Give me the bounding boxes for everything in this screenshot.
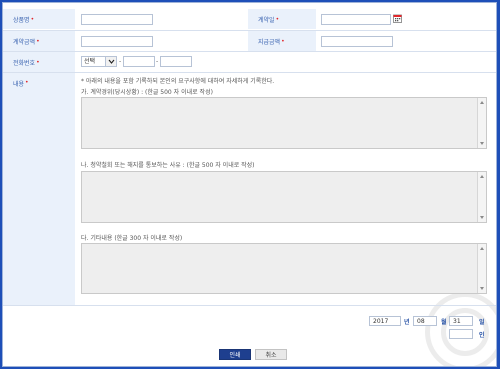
- contract-amount-input[interactable]: [81, 36, 153, 47]
- contract-amount-label: 계약금액 •: [3, 31, 75, 51]
- row-divider: [3, 72, 496, 73]
- textarea-scrollbar[interactable]: [477, 244, 486, 293]
- day-label: 일: [479, 319, 485, 326]
- phone-separator: -: [119, 58, 122, 65]
- chevron-down-icon: [105, 57, 116, 66]
- seal-label: 인: [479, 332, 485, 339]
- required-mark: •: [36, 58, 40, 66]
- year-field[interactable]: 2017: [369, 316, 401, 326]
- required-mark: •: [30, 15, 35, 23]
- content-label-text: 내용: [13, 81, 25, 88]
- contract-circumstances-textarea[interactable]: [81, 97, 487, 149]
- form-window: 상품명 • 계약일 • 계약금액 • 지급금액 • 전화번호 • 선택 - - …: [2, 2, 497, 367]
- paid-amount-input[interactable]: [321, 36, 393, 47]
- day-field[interactable]: 31: [449, 316, 473, 326]
- contract-date-label: 계약일 •: [248, 9, 316, 29]
- phone-label-text: 전화번호: [13, 59, 36, 67]
- required-mark: •: [281, 37, 285, 45]
- paid-amount-label: 지급금액 •: [248, 31, 316, 51]
- textarea-scrollbar[interactable]: [477, 172, 486, 222]
- scroll-down-icon[interactable]: [480, 287, 484, 290]
- phone-middle-input[interactable]: [123, 56, 155, 67]
- print-button[interactable]: 인쇄: [219, 349, 251, 360]
- phone-label: 전화번호 •: [3, 52, 75, 72]
- scroll-down-icon[interactable]: [480, 142, 484, 145]
- withdrawal-reason-textarea[interactable]: [81, 171, 487, 223]
- year-label: 년: [404, 319, 410, 326]
- seal-field[interactable]: [449, 329, 473, 339]
- phone-last-input[interactable]: [160, 56, 192, 67]
- cancel-button[interactable]: 취소: [255, 349, 287, 360]
- scroll-up-icon[interactable]: [480, 247, 484, 250]
- scroll-up-icon[interactable]: [480, 175, 484, 178]
- row-divider: [3, 51, 496, 52]
- contract-date-input[interactable]: [321, 14, 391, 25]
- paid-amount-label-text: 지급금액: [258, 38, 281, 46]
- scroll-up-icon[interactable]: [480, 101, 484, 104]
- contract-amount-label-text: 계약금액: [13, 38, 36, 46]
- calendar-icon[interactable]: [393, 14, 402, 23]
- phone-separator: -: [156, 58, 159, 65]
- section-a-label: 가. 계약경위(당시상황) : (한글 500 자 이내로 작성): [81, 89, 213, 96]
- textarea-scrollbar[interactable]: [477, 98, 486, 148]
- other-content-textarea[interactable]: [81, 243, 487, 294]
- scroll-down-icon[interactable]: [480, 216, 484, 219]
- product-name-input[interactable]: [81, 14, 153, 25]
- section-b-label: 나. 청약철회 또는 해지를 통보하는 사유 : (한글 500 자 이내로 작…: [81, 162, 255, 169]
- month-label: 월: [441, 319, 447, 326]
- content-intro: * 아래의 내용을 포함 기록하되 본인의 요구사항에 대하여 자세하게 기록한…: [81, 78, 275, 85]
- phone-prefix-select-value: 선택: [84, 58, 96, 65]
- product-name-label-text: 상품명: [13, 16, 30, 24]
- content-label: 내용 •: [3, 73, 75, 305]
- product-name-label: 상품명 •: [3, 9, 75, 29]
- section-c-label: 다. 기타내용 (한글 300 자 이내로 작성): [81, 235, 183, 242]
- required-mark: •: [275, 15, 280, 23]
- month-field[interactable]: 08: [413, 316, 437, 326]
- phone-prefix-select[interactable]: 선택: [81, 56, 117, 67]
- row-divider: [3, 305, 496, 306]
- required-mark: •: [25, 79, 29, 86]
- required-mark: •: [36, 37, 40, 45]
- contract-date-label-text: 계약일: [258, 16, 275, 24]
